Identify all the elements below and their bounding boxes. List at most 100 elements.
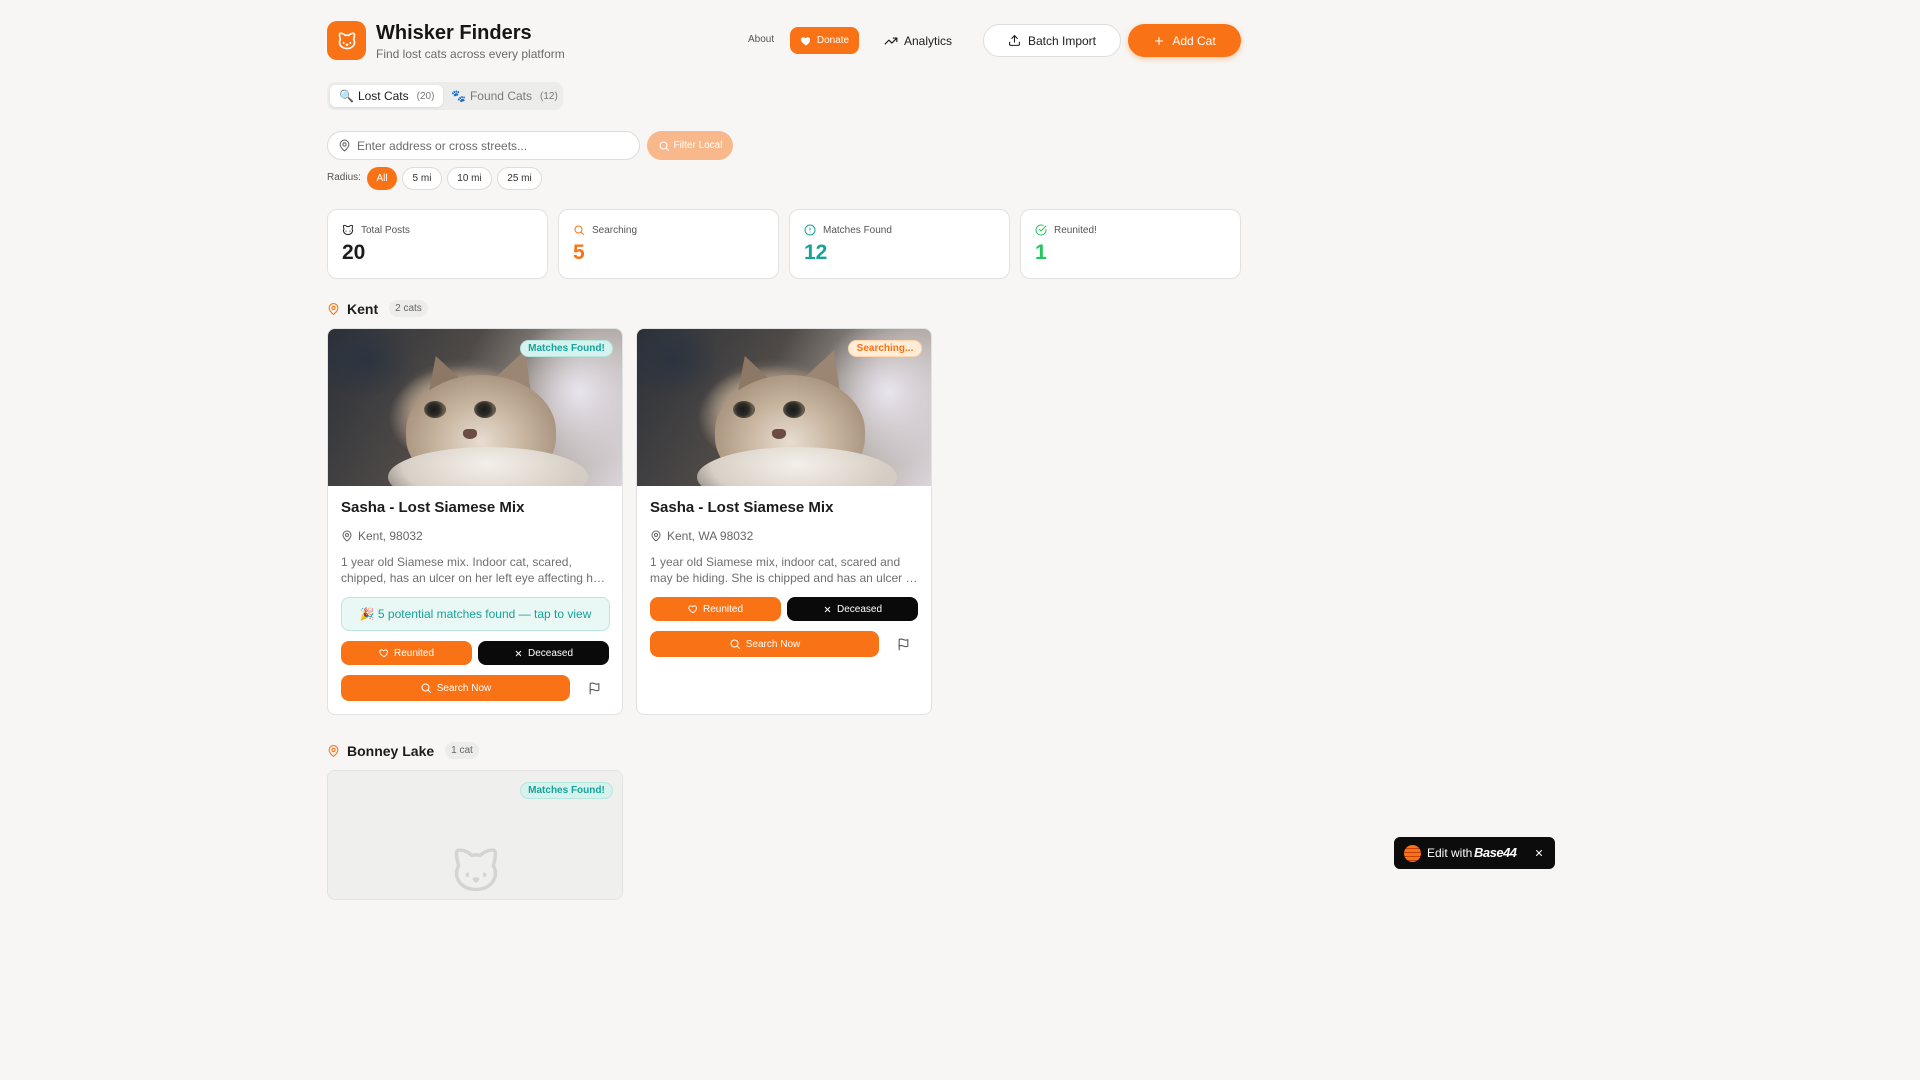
close-icon[interactable] — [1532, 846, 1546, 860]
search-icon — [574, 225, 584, 235]
about-link[interactable]: About — [748, 34, 774, 45]
magnifier-emoji-icon: 🔍 — [339, 89, 354, 103]
card-location: Kent, 98032 — [341, 529, 423, 543]
app-subtitle: Find lost cats across every platform — [376, 47, 565, 61]
stat-value: 1 — [1035, 241, 1047, 264]
flag-button[interactable] — [586, 680, 602, 696]
section-name: Bonney Lake — [347, 742, 435, 759]
trending-up-icon — [884, 37, 898, 45]
cat-icon — [454, 847, 498, 891]
alert-circle-icon — [804, 224, 816, 236]
location-text: Kent, WA 98032 — [667, 529, 754, 543]
stat-label: Total Posts — [361, 225, 410, 236]
status-badge: Searching... — [848, 340, 922, 357]
reunited-button[interactable]: Reunited — [650, 597, 781, 621]
search-icon — [659, 141, 669, 151]
cat-icon — [338, 32, 355, 49]
address-search — [327, 131, 640, 160]
tab-label: Lost Cats — [357, 89, 409, 103]
search-icon — [730, 639, 740, 649]
heart-icon — [688, 605, 697, 614]
base44-brand: Base44 — [1474, 845, 1517, 860]
radius-option-all[interactable]: All — [367, 167, 397, 190]
search-now-label: Search Now — [745, 638, 801, 650]
location-text: Kent, 98032 — [358, 529, 423, 543]
analytics-label: Analytics — [904, 34, 953, 48]
map-pin-icon — [328, 744, 339, 757]
base44-logo-icon — [1404, 845, 1421, 862]
check-circle-icon — [1035, 224, 1047, 236]
deceased-button[interactable]: Deceased — [787, 597, 918, 621]
section-name: Kent — [347, 300, 379, 317]
cat-card[interactable]: Searching... Sasha - Lost Siamese Mix Ke… — [636, 328, 932, 715]
plus-icon — [1155, 36, 1164, 45]
stat-value: 5 — [573, 241, 585, 264]
heart-icon — [800, 36, 811, 45]
donate-label: Donate — [816, 35, 850, 46]
status-badge: Matches Found! — [520, 340, 613, 357]
heart-icon — [379, 649, 388, 658]
donate-button[interactable]: Donate — [790, 27, 859, 54]
map-pin-icon — [339, 139, 350, 152]
stat-total-posts: Total Posts 20 — [327, 209, 548, 279]
stat-matches-found: Matches Found 12 — [789, 209, 1010, 279]
radius-option-10mi[interactable]: 10 mi — [447, 167, 492, 190]
paw-emoji-icon: 🐾 — [451, 89, 466, 103]
search-now-button[interactable]: Search Now — [341, 675, 570, 701]
deceased-button[interactable]: Deceased — [478, 641, 609, 665]
reunited-button[interactable]: Reunited — [341, 641, 472, 665]
cat-icon — [342, 224, 353, 235]
filter-local-label: Filter Local — [673, 140, 723, 151]
radius-label: Radius: — [327, 172, 361, 183]
map-pin-icon — [342, 530, 352, 542]
section-count: 2 cats — [389, 300, 428, 317]
stat-value: 12 — [804, 241, 828, 264]
header: Whisker Finders Find lost cats across ev… — [327, 21, 1241, 61]
matches-banner[interactable]: 🎉 5 potential matches found — tap to vie… — [341, 597, 610, 631]
reunited-label: Reunited — [393, 647, 435, 659]
tab-label: Found Cats — [469, 89, 532, 103]
flag-icon — [898, 638, 908, 650]
section-count: 1 cat — [445, 742, 479, 759]
stat-label: Reunited! — [1054, 225, 1097, 236]
map-pin-icon — [328, 302, 339, 315]
search-now-label: Search Now — [436, 682, 492, 694]
cat-card[interactable]: Matches Found! — [327, 770, 623, 900]
tab-found-cats[interactable]: 🐾 Found Cats (12) — [442, 85, 567, 107]
reunited-label: Reunited — [702, 603, 744, 615]
section-header-kent: Kent 2 cats — [327, 300, 428, 317]
card-description: 1 year old Siamese mix. Indoor cat, scar… — [341, 555, 604, 585]
stat-label: Searching — [592, 225, 638, 236]
address-input[interactable] — [357, 137, 627, 155]
card-location: Kent, WA 98032 — [650, 529, 753, 543]
add-cat-button[interactable]: Add Cat — [1128, 24, 1241, 57]
upload-icon — [1009, 35, 1020, 46]
tab-bar: 🔍 Lost Cats (20) 🐾 Found Cats (12) — [327, 82, 563, 110]
app-logo — [327, 21, 366, 60]
deceased-label: Deceased — [527, 647, 574, 659]
tab-count: (12) — [540, 90, 558, 102]
cat-card[interactable]: Matches Found! Sasha - Lost Siamese Mix … — [327, 328, 623, 715]
stat-searching: Searching 5 — [558, 209, 779, 279]
stat-reunited: Reunited! 1 — [1020, 209, 1241, 279]
radius-option-5mi[interactable]: 5 mi — [402, 167, 442, 190]
search-icon — [421, 683, 431, 693]
flag-button[interactable] — [895, 636, 911, 652]
filter-local-button[interactable]: Filter Local — [647, 131, 733, 160]
analytics-button[interactable]: Analytics — [884, 29, 952, 53]
flag-icon — [589, 682, 599, 694]
radius-option-25mi[interactable]: 25 mi — [497, 167, 542, 190]
edit-with-base44-badge[interactable]: Edit with Base44 — [1394, 837, 1555, 869]
add-cat-label: Add Cat — [1172, 33, 1216, 48]
app-title: Whisker Finders — [376, 22, 532, 44]
x-icon — [824, 606, 831, 612]
tab-lost-cats[interactable]: 🔍 Lost Cats (20) — [330, 85, 444, 107]
search-now-button[interactable]: Search Now — [650, 631, 879, 657]
card-description: 1 year old Siamese mix, indoor cat, scar… — [650, 555, 919, 585]
map-pin-icon — [651, 530, 661, 542]
stat-label: Matches Found — [823, 225, 892, 236]
batch-import-button[interactable]: Batch Import — [983, 24, 1121, 57]
x-icon — [515, 650, 522, 656]
card-title: Sasha - Lost Siamese Mix — [650, 499, 834, 516]
section-header-bonney-lake: Bonney Lake 1 cat — [327, 742, 479, 759]
